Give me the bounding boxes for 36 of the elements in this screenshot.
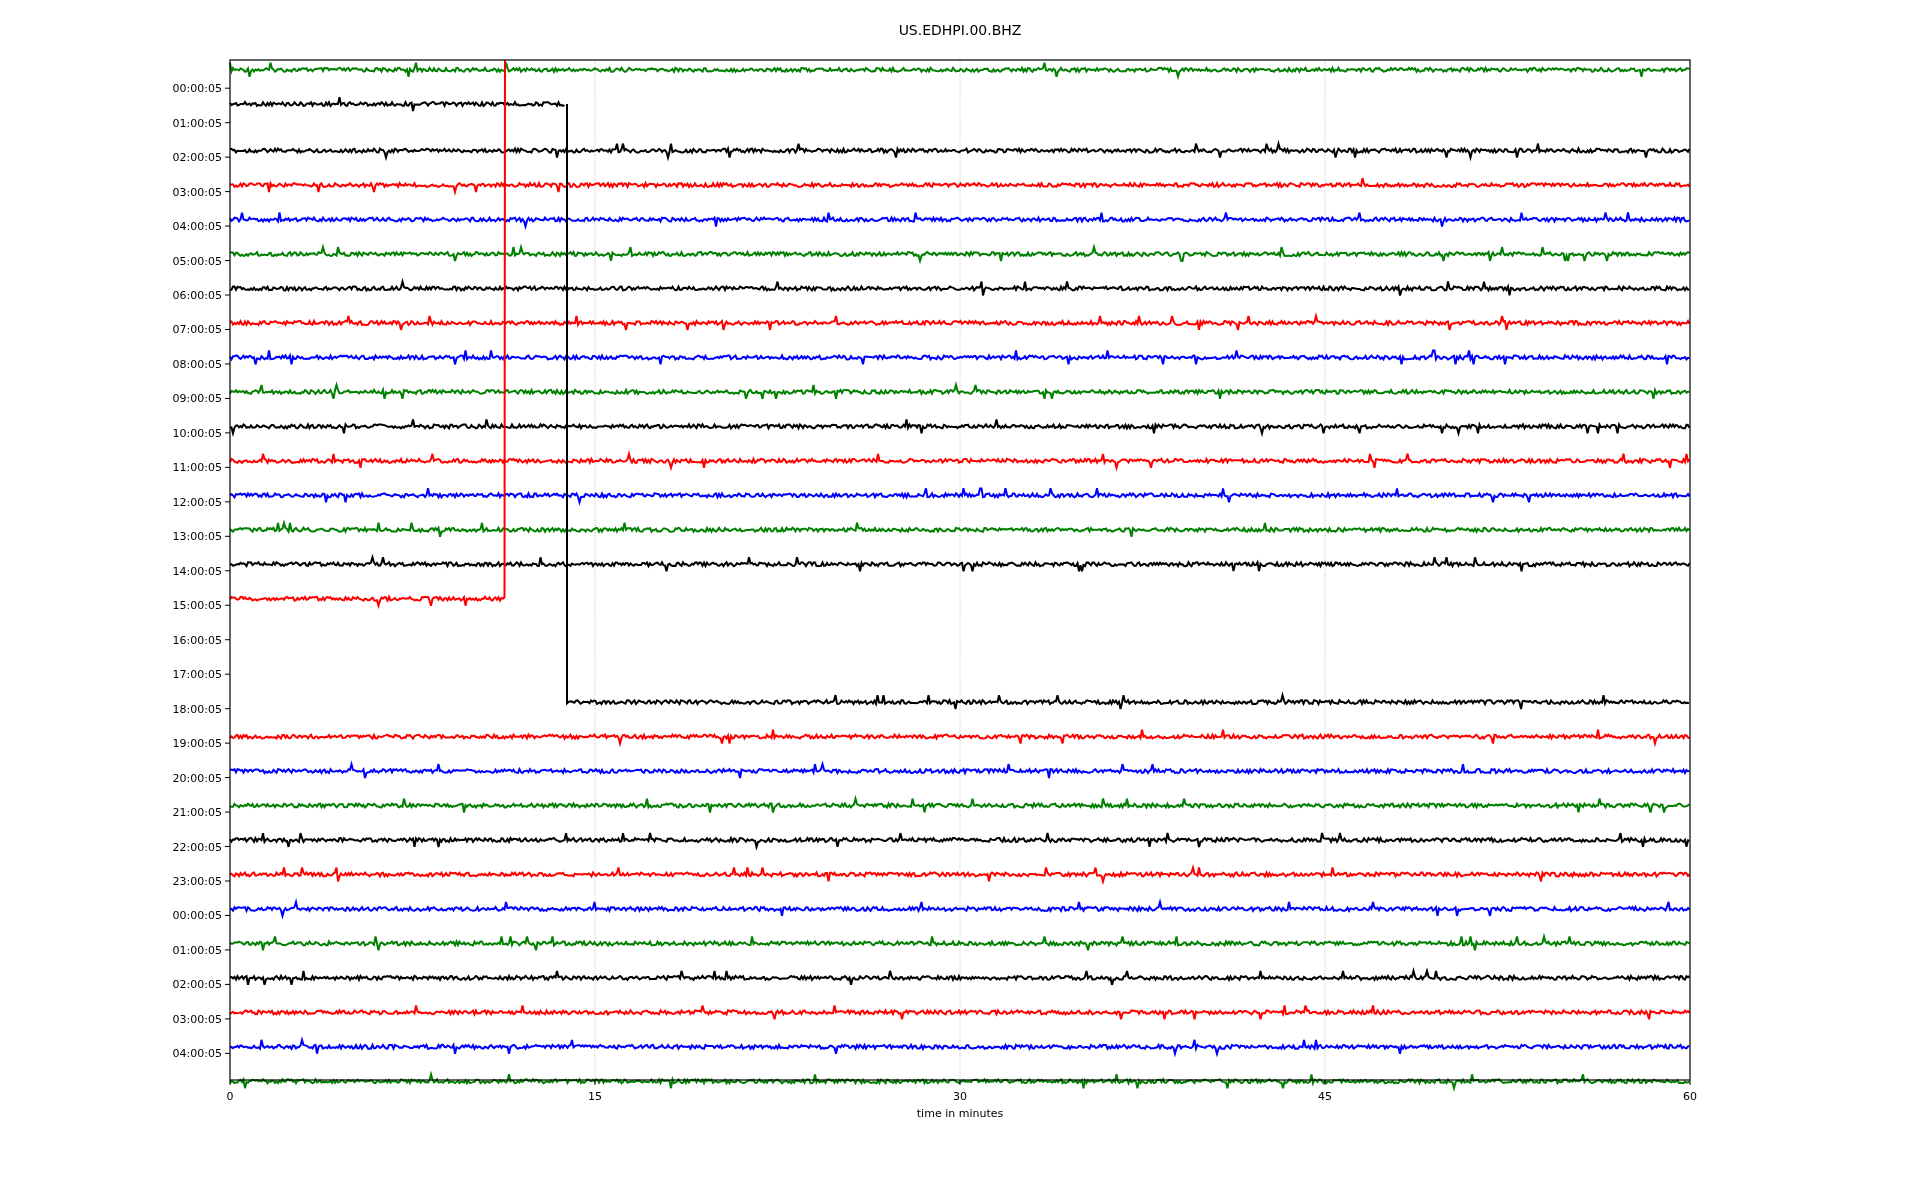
x-tick-label: 45: [1318, 1090, 1332, 1103]
y-tick-label: 05:00:05: [172, 254, 222, 268]
y-tick-label: 14:00:05: [172, 564, 222, 578]
y-tick-label: 02:00:05: [172, 978, 222, 992]
y-tick-label: 09:00:05: [172, 392, 222, 406]
y-tick-label: 01:00:05: [172, 943, 222, 957]
y-tick-label: 03:00:05: [172, 1012, 222, 1026]
y-tick-label: 00:00:05: [172, 909, 222, 923]
x-tick-label: 15: [588, 1090, 602, 1103]
chart-title: US.EDHPI.00.BHZ: [898, 21, 1022, 39]
y-tick-label: 12:00:05: [172, 495, 222, 509]
x-tick-label: 0: [226, 1090, 234, 1103]
y-tick-label: 02:00:05: [172, 151, 222, 165]
y-tick-label: 06:00:05: [172, 289, 222, 302]
y-tick-label: 20:00:05: [172, 771, 222, 785]
y-tick-label: 21:00:05: [172, 806, 222, 820]
x-tick-label: 30: [953, 1090, 967, 1103]
y-tick-label: 07:00:05: [172, 323, 222, 337]
y-tick-label: 18:00:05: [172, 702, 222, 716]
y-tick-label: 11:00:05: [172, 461, 222, 475]
y-tick-label: 04:00:05: [172, 1047, 222, 1061]
y-tick-label: 08:00:05: [172, 357, 222, 371]
y-tick-label: 10:00:05: [172, 426, 222, 440]
y-tick-label: 04:00:05: [172, 220, 222, 234]
y-tick-label: 13:00:05: [172, 530, 222, 544]
y-tick-label: 00:00:05: [172, 82, 222, 96]
y-tick-label: 03:00:05: [172, 185, 222, 199]
y-tick-label: 17:00:05: [172, 668, 222, 682]
y-tick-label: 22:00:05: [172, 840, 222, 854]
y-tick-label: 01:00:05: [172, 116, 222, 130]
y-tick-label: 16:00:05: [172, 633, 222, 647]
y-tick-label: 19:00:05: [172, 737, 222, 751]
x-tick-label: 60: [1683, 1090, 1697, 1103]
x-axis-label: time in minutes: [916, 1107, 1004, 1121]
y-tick-label: 23:00:05: [172, 875, 222, 888]
y-tick-label: 15:00:05: [172, 599, 222, 613]
